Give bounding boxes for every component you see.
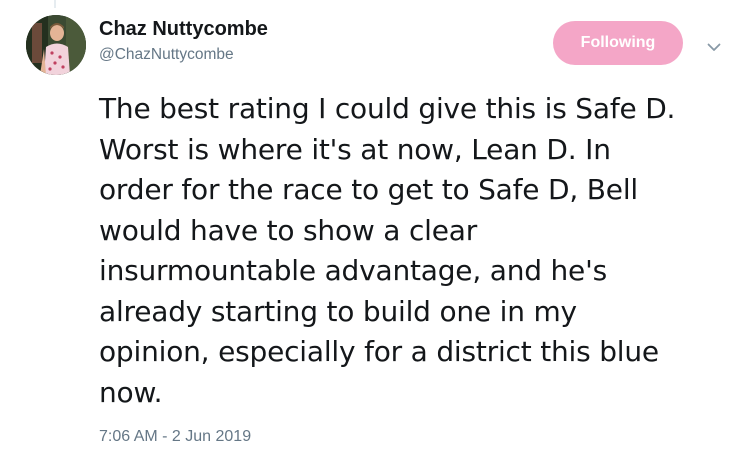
author-handle[interactable]: @ChazNuttycombe [99, 47, 268, 63]
tweet-text-line: The best rating I could give this is Saf… [99, 92, 676, 125]
thread-connector-line [54, 0, 56, 8]
avatar-photo [26, 15, 86, 75]
author-display-name[interactable]: Chaz Nuttycombe [99, 19, 268, 39]
tweet-text-line: Worst is where it's at now, Lean D. In [99, 132, 611, 166]
chevron-down-icon[interactable] [703, 36, 725, 58]
tweet-text-line: already starting to build one in my [99, 294, 577, 328]
tweet-author[interactable]: Chaz Nuttycombe @ChazNuttycombe [99, 19, 268, 63]
following-button[interactable]: Following [553, 21, 683, 65]
tweet-text-line: would have to show a clear [99, 213, 478, 247]
avatar[interactable] [26, 15, 86, 75]
tweet-text-line: opinion, especially for a district this … [99, 335, 659, 368]
tweet-text-line: order for the race to get to Safe D, Bel… [99, 173, 638, 206]
tweet-text-line: now. [99, 375, 163, 409]
tweet-text: The best rating I could give this is Saf… [99, 89, 727, 413]
tweet-text-line: insurmountable advantage, and he's [99, 254, 607, 287]
tweet-timestamp[interactable]: 7:06 AM - 2 Jun 2019 [99, 428, 251, 446]
